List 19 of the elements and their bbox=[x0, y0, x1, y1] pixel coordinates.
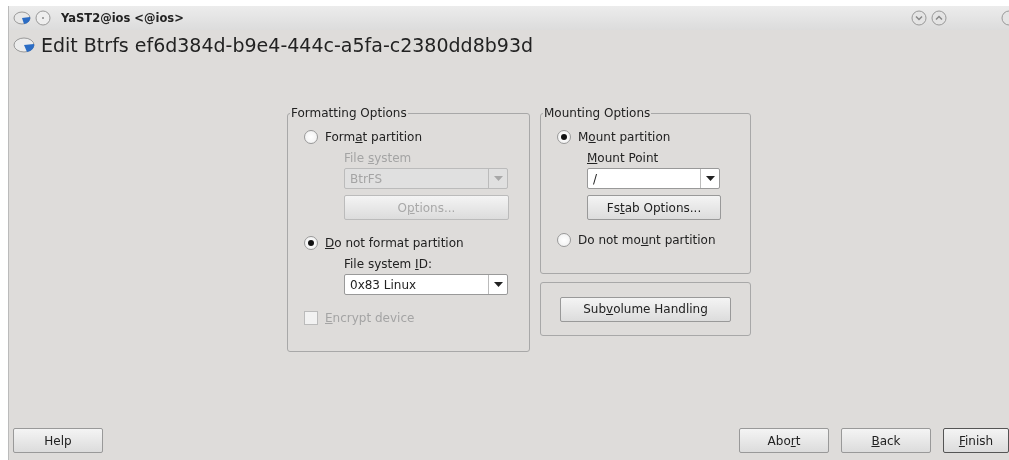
fstab-options-button[interactable]: Fstab Options... bbox=[587, 195, 721, 220]
field-label: File system bbox=[344, 151, 413, 165]
dialog-button[interactable]: Help bbox=[13, 428, 103, 453]
group-title: Formatting Options bbox=[290, 106, 408, 120]
dropdown[interactable]: 0x83 Linux bbox=[344, 274, 508, 295]
radio-label[interactable]: Mount partition bbox=[578, 130, 671, 144]
subvolume-handling-button[interactable]: Subvolume Handling bbox=[560, 296, 731, 322]
dialog-heading: Edit Btrfs ef6d384d-b9e4-444c-a5fa-c2380dd8b93d bbox=[41, 34, 534, 56]
group-title: Mounting Options bbox=[543, 106, 652, 120]
radio-label[interactable]: Do not format partition bbox=[325, 236, 464, 250]
field-label: Mount Point bbox=[587, 151, 660, 165]
dialog-button[interactable]: Back bbox=[841, 428, 931, 453]
radio-label[interactable]: Do not mount partition bbox=[578, 233, 716, 247]
dialog-button[interactable]: Finish bbox=[943, 428, 1009, 453]
window-title: YaST2@ios <@ios> bbox=[61, 11, 184, 25]
field-label: File system ID: bbox=[344, 257, 433, 271]
radio-label[interactable]: Format partition bbox=[325, 130, 423, 144]
dropdown[interactable]: / bbox=[587, 168, 720, 189]
dialog-button[interactable]: Abort bbox=[739, 428, 829, 453]
